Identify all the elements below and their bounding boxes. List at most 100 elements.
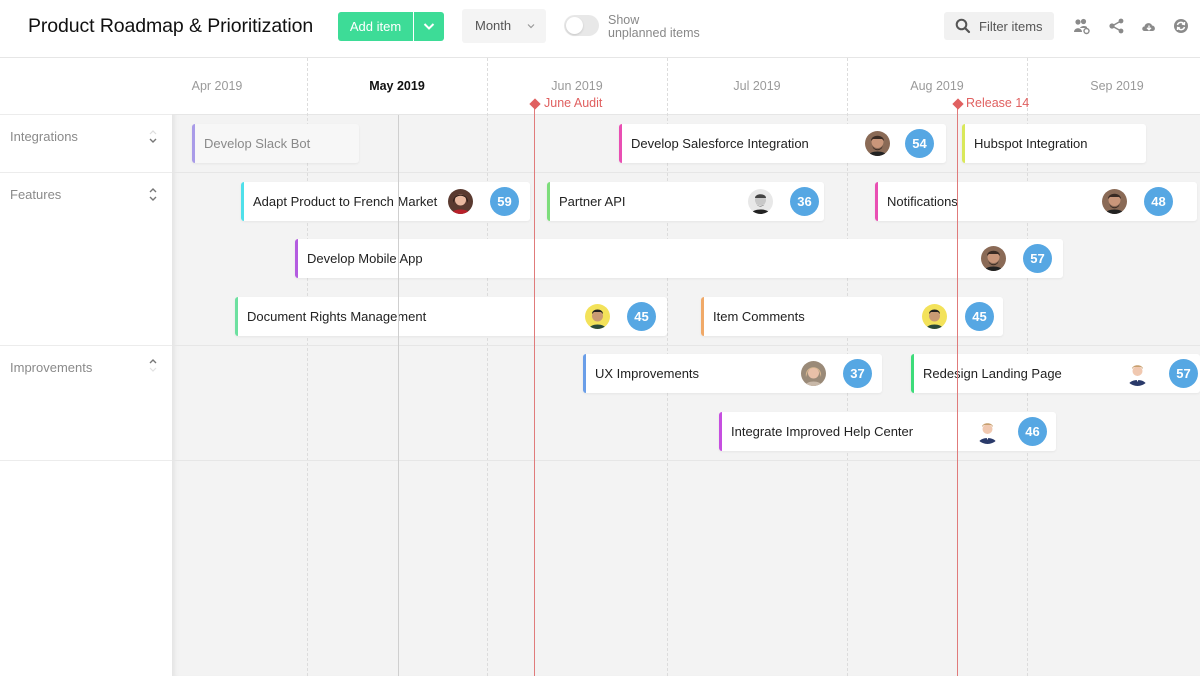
month-label: Apr 2019 <box>191 79 243 93</box>
score-badge: 54 <box>905 129 934 158</box>
sidebar-header <box>0 58 172 115</box>
score-badge: 36 <box>790 187 819 216</box>
score-badge: 59 <box>490 187 519 216</box>
add-item-dropdown-button[interactable] <box>414 12 444 41</box>
item-label: Develop Slack Bot <box>204 136 311 151</box>
assign-users-icon[interactable] <box>1072 17 1090 35</box>
item-label: Develop Mobile App <box>307 251 423 266</box>
toggle-label-line-2: unplanned items <box>608 25 700 40</box>
avatar[interactable] <box>748 189 773 214</box>
month-gridline <box>487 58 488 676</box>
group-integrations[interactable]: Integrations <box>0 115 172 173</box>
show-unplanned-toggle[interactable] <box>564 15 599 36</box>
roadmap-item[interactable]: Develop Slack Bot <box>192 124 359 163</box>
score-badge: 37 <box>843 359 872 388</box>
milestone-line-june-audit <box>534 102 535 676</box>
group-label: Integrations <box>10 129 78 144</box>
group-sidebar: Integrations Features Improvements <box>0 58 172 676</box>
roadmap-item[interactable]: Redesign Landing Page 57 <box>911 354 1200 393</box>
score-badge: 57 <box>1169 359 1198 388</box>
score-badge: 45 <box>965 302 994 331</box>
group-label: Features <box>10 187 62 202</box>
avatar[interactable] <box>865 131 890 156</box>
avatar[interactable] <box>801 361 826 386</box>
add-item-button[interactable]: Add item <box>338 12 413 41</box>
roadmap-item[interactable]: Develop Salesforce Integration 54 <box>619 124 946 163</box>
item-color-bar <box>701 297 704 336</box>
score-badge: 57 <box>1023 244 1052 273</box>
item-color-bar <box>192 124 195 163</box>
collapse-toggle-icon[interactable] <box>147 357 159 375</box>
timeline-header: Apr 2019 May 2019 Jun 2019 Jul 2019 Aug … <box>172 58 1200 115</box>
group-label: Improvements <box>10 360 93 375</box>
avatar[interactable] <box>1102 189 1127 214</box>
score-badge: 46 <box>1018 417 1047 446</box>
avatar[interactable] <box>975 419 1000 444</box>
group-separator <box>172 172 1200 173</box>
item-label: Item Comments <box>713 309 805 324</box>
item-color-bar <box>875 182 878 221</box>
search-icon <box>955 18 971 34</box>
roadmap-timeline: Apr 2019 May 2019 Jun 2019 Jul 2019 Aug … <box>172 58 1200 676</box>
item-label: Notifications <box>887 194 958 209</box>
item-color-bar <box>619 124 622 163</box>
avatar[interactable] <box>1125 361 1150 386</box>
milestone-label[interactable]: Release 14 <box>966 96 1029 110</box>
filter-placeholder: Filter items <box>979 19 1043 34</box>
item-color-bar <box>911 354 914 393</box>
roadmap-item[interactable]: Notifications 48 <box>875 182 1197 221</box>
avatar[interactable] <box>448 189 473 214</box>
group-separator <box>172 460 1200 461</box>
avatar[interactable] <box>981 246 1006 271</box>
item-label: Hubspot Integration <box>974 136 1088 151</box>
item-color-bar <box>235 297 238 336</box>
item-label: Redesign Landing Page <box>923 366 1062 381</box>
view-mode-value: Month <box>475 18 512 33</box>
item-label: UX Improvements <box>595 366 700 381</box>
item-color-bar <box>583 354 586 393</box>
item-color-bar <box>719 412 722 451</box>
view-mode-select[interactable]: Month <box>462 9 546 43</box>
avatar[interactable] <box>585 304 610 329</box>
sync-icon[interactable] <box>1172 17 1190 35</box>
month-label: Jul 2019 <box>733 79 781 93</box>
item-color-bar <box>547 182 550 221</box>
month-label: Aug 2019 <box>910 79 964 93</box>
milestone-line-release-14 <box>957 102 958 676</box>
roadmap-item[interactable]: Develop Mobile App 57 <box>295 239 1063 278</box>
item-color-bar <box>295 239 298 278</box>
roadmap-item[interactable]: Adapt Product to French Market 59 <box>241 182 530 221</box>
item-label: Adapt Product to French Market <box>253 194 438 209</box>
item-label: Integrate Improved Help Center <box>731 424 914 439</box>
avatar[interactable] <box>922 304 947 329</box>
collapse-toggle-icon[interactable] <box>147 128 159 146</box>
group-improvements[interactable]: Improvements <box>0 346 172 461</box>
chevron-down-icon <box>527 24 535 29</box>
share-icon[interactable] <box>1108 17 1126 35</box>
month-label: Sep 2019 <box>1090 79 1144 93</box>
roadmap-item[interactable]: Hubspot Integration <box>962 124 1146 163</box>
filter-items-input[interactable]: Filter items <box>944 12 1054 40</box>
item-label: Develop Salesforce Integration <box>631 136 809 151</box>
roadmap-item[interactable]: Partner API 36 <box>547 182 824 221</box>
today-line <box>398 115 399 676</box>
item-label: Partner API <box>559 194 626 209</box>
cloud-download-icon[interactable] <box>1140 17 1158 35</box>
top-bar: Product Roadmap & Prioritization Add ite… <box>0 0 1200 58</box>
month-label: Jun 2019 <box>551 79 603 93</box>
show-unplanned-label: Show unplanned items <box>608 14 718 39</box>
group-features[interactable]: Features <box>0 173 172 346</box>
group-separator <box>172 345 1200 346</box>
item-color-bar <box>241 182 244 221</box>
milestone-label[interactable]: June Audit <box>544 96 602 110</box>
score-badge: 48 <box>1144 187 1173 216</box>
roadmap-item[interactable]: UX Improvements 37 <box>583 354 882 393</box>
chevron-down-icon <box>423 23 435 30</box>
roadmap-item[interactable]: Document Rights Management 45 <box>235 297 667 336</box>
month-label-current: May 2019 <box>369 79 425 93</box>
roadmap-item[interactable]: Integrate Improved Help Center 46 <box>719 412 1056 451</box>
score-badge: 45 <box>627 302 656 331</box>
item-color-bar <box>962 124 965 163</box>
item-label: Document Rights Management <box>247 309 427 324</box>
collapse-toggle-icon[interactable] <box>147 186 159 204</box>
